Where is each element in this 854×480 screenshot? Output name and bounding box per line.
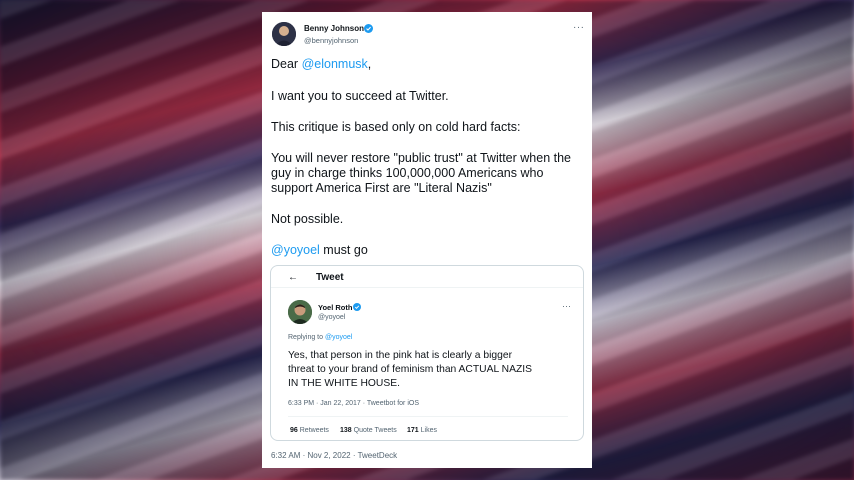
tweet-line-4a: You will never restore "public trust" at… [271,151,571,165]
quote-tweets-count: 138 [340,427,352,434]
quoted-author-avatar[interactable] [288,300,312,324]
tweet-timestamp[interactable]: 6:32 AM · Nov 2, 2022 · TweetDeck [271,451,397,460]
retweets-stat[interactable]: 96 Retweets [290,427,329,434]
likes-label: Likes [418,427,437,434]
quoted-text-line: Yes, that person in the pink hat is clea… [288,350,512,361]
quoted-text-line: threat to your brand of feminism than AC… [288,364,532,375]
greeting-prefix: Dear [271,57,302,71]
line6-suffix: must go [319,243,368,257]
tweet-line-4c: support America First are "Literal Nazis… [271,181,492,195]
back-arrow-icon[interactable]: ← [288,272,298,283]
verified-badge-icon [364,24,373,33]
tweet-line-greeting: Dear @elonmusk, [271,57,371,72]
greeting-suffix: , [367,57,372,71]
author-handle[interactable]: @bennyjohnson [304,36,358,45]
quote-tweets-stat[interactable]: 138 Quote Tweets [340,427,397,434]
quoted-header-title: Tweet [316,272,344,283]
likes-stat[interactable]: 171 Likes [407,427,437,434]
author-name[interactable]: Benny Johnson [304,24,364,33]
quoted-more-options-icon[interactable]: ··· [562,301,571,311]
replying-to-prefix: Replying to [288,334,325,341]
quoted-author-handle[interactable]: @yoyoel [318,314,345,321]
tweet-line-3: This critique is based only on cold hard… [271,120,521,134]
quoted-text-line: IN THE WHITE HOUSE. [288,378,400,389]
tweet-line-2: I want you to succeed at Twitter. [271,89,449,103]
author-avatar[interactable] [272,22,296,46]
replying-to-mention[interactable]: @yoyoel [325,334,352,341]
likes-count: 171 [407,427,419,434]
quote-tweets-label: Quote Tweets [351,427,397,434]
tweet-line-5: Not possible. [271,212,344,226]
mention-elonmusk[interactable]: @elonmusk [302,57,368,71]
tweet-line-6: @yoyoel must go [271,243,368,258]
quoted-stats-divider [288,416,568,417]
quoted-author-name[interactable]: Yoel Roth [318,303,352,312]
retweets-count: 96 [290,427,298,434]
mention-yoyoel[interactable]: @yoyoel [271,243,320,257]
quoted-timestamp[interactable]: 6:33 PM · Jan 22, 2017 · Tweetbot for iO… [288,400,419,407]
quoted-verified-badge-icon [353,303,361,311]
retweets-label: Retweets [297,427,329,434]
tweet-line-4b: guy in charge thinks 100,000,000 America… [271,166,544,180]
quoted-header-divider [271,287,583,288]
more-options-icon[interactable]: ··· [573,22,585,33]
replying-to: Replying to @yoyoel [288,334,352,341]
